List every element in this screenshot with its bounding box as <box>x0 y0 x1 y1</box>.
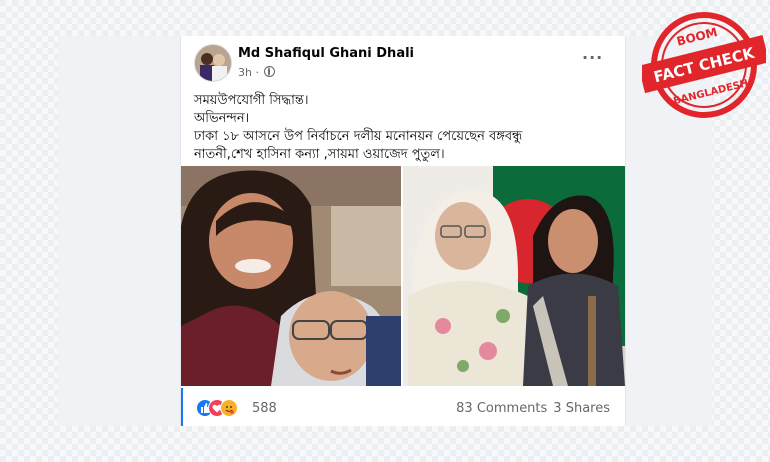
post-meta: 3h · <box>238 66 276 79</box>
photo-right[interactable] <box>403 166 625 386</box>
photo-left[interactable] <box>181 166 401 386</box>
facebook-post-card: Md Shafiqul Ghani Dhali 3h · ··· সময়উপয… <box>180 36 626 426</box>
post-stats: 83 Comments 3 Shares <box>456 401 610 416</box>
post-text: সময়উপযোগী সিদ্ধান্ত। অভিনন্দন। ঢাকা ১৮ … <box>194 92 619 164</box>
post-line: ঢাকা ১৮ আসনে উপ নির্বাচনে দলীয় মনোনয়ন … <box>194 129 523 144</box>
reaction-count[interactable]: 588 <box>252 401 277 416</box>
shares-link[interactable]: 3 Shares <box>553 401 610 416</box>
author-avatar[interactable] <box>194 44 232 82</box>
comments-link[interactable]: 83 Comments <box>456 401 547 416</box>
post-photos <box>181 166 625 386</box>
post-line: সময়উপযোগী সিদ্ধান্ত। <box>194 93 309 108</box>
post-line: অভিনন্দন। <box>194 111 250 126</box>
post-time[interactable]: 3h <box>238 66 252 79</box>
care-icon <box>220 399 238 417</box>
post-footer: 588 83 Comments 3 Shares <box>181 388 625 426</box>
author-name[interactable]: Md Shafiqul Ghani Dhali <box>238 46 414 61</box>
globe-icon <box>264 66 276 77</box>
more-icon[interactable]: ··· <box>582 50 603 66</box>
fact-check-stamp: BOOM FACT CHECK BANGLADESH <box>638 6 770 124</box>
post-line: নাতনী,শেখ হাসিনা কন্যা ,সায়মা ওয়াজেদ প… <box>194 147 445 162</box>
